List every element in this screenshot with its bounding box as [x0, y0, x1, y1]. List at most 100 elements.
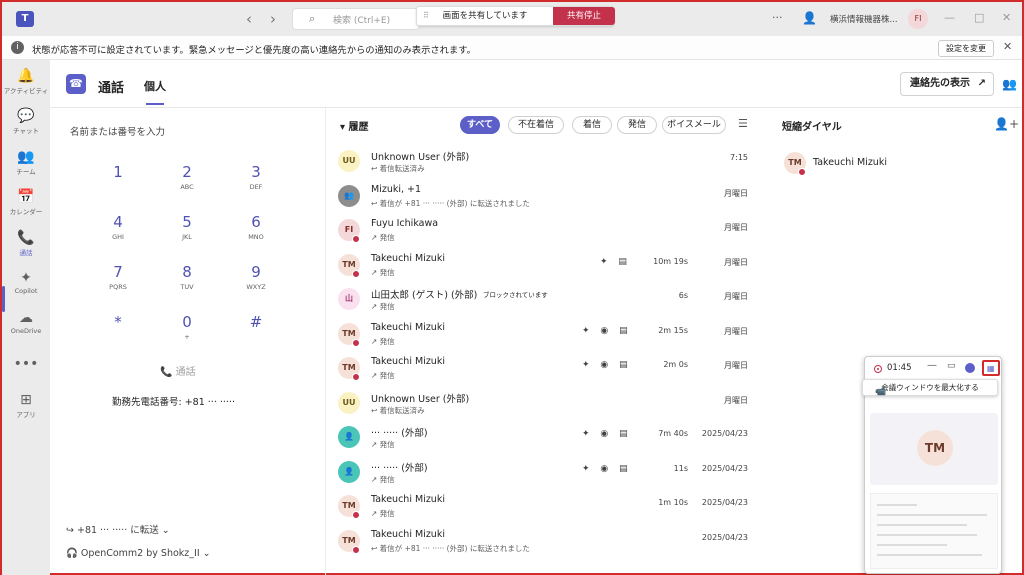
share-status-text: 画面を共有しています [442, 11, 528, 21]
filter-outgoing[interactable]: 発信 [617, 116, 657, 134]
call-timer: 01:45 [887, 363, 912, 373]
dial-key[interactable]: # [236, 313, 276, 333]
tab-personal[interactable]: 個人 [144, 78, 166, 94]
call-button[interactable]: 📞 通話 [160, 363, 196, 378]
shared-screen-preview [870, 493, 998, 569]
add-contact-icon[interactable]: 👤+ [994, 117, 1019, 131]
dnd-notification-bar: i 状態が応答不可に設定されています。緊急メッセージと優先度の高い連絡先からの通… [2, 36, 1022, 60]
filter-all[interactable]: すべて [460, 116, 500, 134]
close-window-icon[interactable]: ✕ [1002, 11, 1011, 24]
contact-name: ··· ····· (外部) [371, 462, 428, 474]
dial-key[interactable]: 9 WXYZ [236, 263, 276, 291]
appbar-chat[interactable]: 💬 チャット [2, 108, 50, 135]
search-icon: ⌕ [309, 12, 316, 25]
forward-arrow-icon[interactable]: › [270, 10, 276, 28]
call-feature-icons[interactable]: ✦ ▤ [600, 257, 631, 267]
call-history-panel: ▾ 履歴 すべて 不在着信 着信 発信 ボイスメール ☰ UU Unknown U… [326, 108, 766, 575]
avatar: TM [917, 430, 953, 466]
history-row[interactable]: TM Takeuchi Mizuki ↗ 発信 ✦ ▤ 10m 19s 月曜日 [326, 250, 766, 284]
stop-share-button[interactable]: 共有停止 [553, 7, 615, 25]
history-row[interactable]: UU Unknown User (外部) ↩ 着信転送済み 月曜日 [326, 388, 766, 422]
change-settings-button[interactable]: 設定を変更 [938, 40, 994, 57]
call-feature-icons[interactable]: ✦ ◉ ▤ [582, 326, 632, 336]
calendar-icon: 📅 [17, 189, 35, 205]
dial-key[interactable]: * [98, 313, 138, 333]
history-row[interactable]: TM Takeuchi Mizuki ↗ 発信 ✦ ◉ ▤ 2m 0s 月曜日 [326, 353, 766, 387]
speed-dial-contact[interactable]: Takeuchi Mizuki [813, 157, 887, 168]
show-contacts-label: 連絡先の表示 [910, 78, 970, 89]
appbar-calendar[interactable]: 📅 カレンダー [2, 189, 50, 216]
call-detail: ↩ 着信転送済み [371, 164, 425, 173]
filter-voicemail[interactable]: ボイスメール [662, 116, 726, 134]
history-row[interactable]: 👥 Mizuki, +1 ↩ 着信が +81 ··· ····· (外部) に転送さ… [326, 181, 766, 215]
call-detail: ↩ 着信転送済み [371, 405, 425, 415]
more-options-icon[interactable]: ··· [772, 11, 783, 24]
dial-key[interactable]: 7 PQRS [98, 263, 138, 291]
org-icon[interactable]: 👤 [802, 11, 817, 25]
appbar-teams[interactable]: 👥 チーム [2, 149, 50, 176]
search-input[interactable]: ⌕ 検索 (Ctrl+E) [292, 8, 420, 30]
dial-key[interactable]: 6 MNO [236, 213, 276, 241]
appbar-copilot[interactable]: ✦ Copilot [2, 270, 50, 295]
history-row[interactable]: FI Fuyu Ichikawa ↗ 発信 月曜日 [326, 215, 766, 249]
dial-key[interactable]: 3 DEF [236, 163, 276, 191]
profile-avatar[interactable]: FI [908, 9, 928, 29]
call-date: 月曜日 [724, 188, 748, 198]
dial-key[interactable]: 5 JKL [167, 213, 207, 241]
maximize-icon[interactable]: □ [974, 11, 984, 24]
dial-digit: 8 [182, 263, 192, 281]
info-icon: i [11, 41, 24, 54]
call-forward-dropdown[interactable]: ↪ +81 ··· ····· に転送 ⌄ [66, 522, 170, 536]
history-row[interactable]: TM Takeuchi Mizuki ↗ 発信 ✦ ◉ ▤ 2m 15s 月曜日 [326, 319, 766, 353]
restore-icon[interactable]: ▭ [947, 361, 956, 371]
people-icon[interactable]: 👥 [1002, 77, 1017, 91]
camera-off-icon[interactable]: 📹 [875, 387, 886, 397]
dial-key[interactable]: 1 [98, 163, 138, 183]
dial-digit: 5 [182, 213, 192, 231]
appbar-calls[interactable]: 📞 通話 [2, 230, 50, 257]
dial-key[interactable]: 4 GHI [98, 213, 138, 241]
dial-digit: * [114, 313, 122, 331]
history-row[interactable]: 👤 ··· ····· (外部) ↗ 発信 ✦ ◉ ▤ 7m 40s 2025/04/23 [326, 422, 766, 456]
close-icon[interactable]: ✕ [1003, 40, 1012, 53]
back-arrow-icon[interactable]: ‹ [246, 10, 252, 28]
history-row[interactable]: 山山田太郎 (ゲスト) (外部) ↗ 発信 ブロックされています 6s 月曜日 [326, 284, 766, 318]
dial-key[interactable]: 2 ABC [167, 163, 207, 191]
call-detail: ↩ 着信が +81 ··· ····· (外部) に転送されました [371, 543, 530, 553]
appbar-apps[interactable]: ⊞ アプリ [2, 392, 50, 419]
minimize-icon[interactable]: — [927, 360, 937, 371]
call-feature-icons[interactable]: ✦ ◉ ▤ [582, 360, 632, 370]
history-row[interactable]: TM Takeuchi Mizuki ↗ 発信 1m 10s 2025/04/23 [326, 491, 766, 525]
call-date: 2025/04/23 [701, 532, 748, 542]
show-contacts-button[interactable]: 連絡先の表示 ↗ [900, 72, 994, 96]
tab-active-underline [146, 103, 164, 105]
maximize-meeting-button[interactable]: ▦ [982, 360, 1000, 376]
presence-busy-icon [352, 545, 360, 554]
history-row[interactable]: UU Unknown User (外部) ↩ 着信転送済み 7:15 [326, 146, 766, 180]
history-heading[interactable]: ▾ 履歴 [340, 118, 369, 133]
org-name[interactable]: 横浜情報機器株... [830, 13, 898, 25]
call-feature-icons[interactable]: ✦ ◉ ▤ [582, 429, 632, 439]
minimize-icon[interactable]: — [944, 11, 955, 24]
copilot-icon: ✦ [20, 270, 32, 286]
call-duration: 7m 40s [658, 429, 688, 438]
controls-icon[interactable] [965, 363, 975, 373]
filter-missed[interactable]: 不在着信 [508, 116, 564, 134]
filter-icon[interactable]: ☰ [738, 117, 748, 130]
call-feature-icons[interactable]: ✦ ◉ ▤ [582, 464, 632, 474]
mini-call-window[interactable]: 01:45 — ▭ ▦ 会議ウィンドウを最大化する 📹 TM [862, 356, 1002, 574]
contact-name: Unknown User (外部) [371, 393, 470, 405]
appbar-onedrive[interactable]: ☁ OneDrive [2, 310, 50, 335]
participant-video: TM [870, 413, 998, 485]
call-date: 7:15 [730, 153, 748, 162]
audio-device-dropdown[interactable]: 🎧 OpenComm2 by Shokz_II ⌄ [66, 548, 211, 559]
dial-key[interactable]: 8 TUV [167, 263, 207, 291]
dial-key[interactable]: 0 + [167, 313, 207, 341]
history-row[interactable]: TM Takeuchi Mizuki ↩ 着信が +81 ··· ····· (外部… [326, 526, 766, 560]
dial-input[interactable]: 名前または番号を入力 [70, 124, 165, 138]
contact-name: Unknown User (外部) [371, 152, 470, 163]
appbar-more[interactable]: ••• [2, 356, 50, 373]
appbar-activity[interactable]: 🔔 アクティビティ [2, 68, 50, 95]
history-row[interactable]: 👤 ··· ····· (外部) ↗ 発信 ✦ ◉ ▤ 11s 2025/04/23 [326, 457, 766, 491]
filter-incoming[interactable]: 着信 [572, 116, 612, 134]
